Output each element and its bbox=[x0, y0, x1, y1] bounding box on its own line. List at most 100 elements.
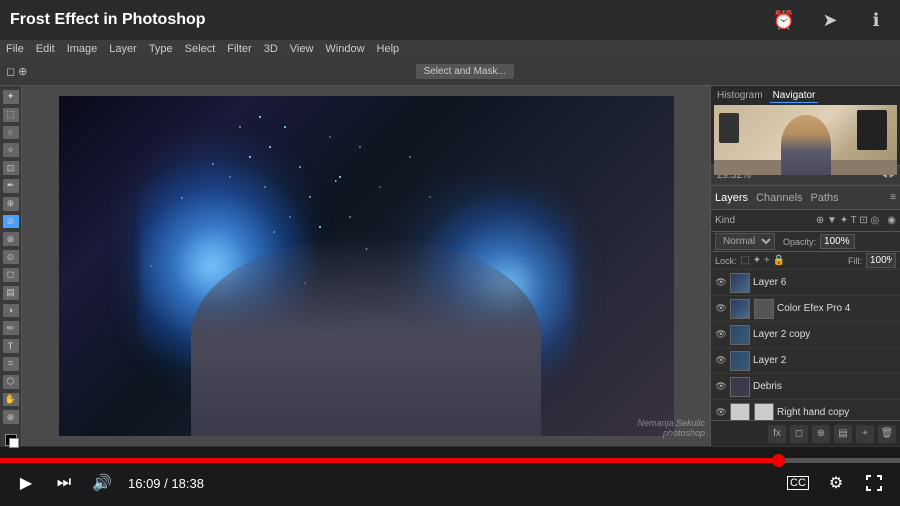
layer-thumb-layer2copy bbox=[730, 325, 750, 345]
tool-gradient[interactable]: ▤ bbox=[3, 286, 19, 300]
video-title: Frost Effect in Photoshop bbox=[10, 11, 770, 29]
layer-name-layer2: Layer 2 bbox=[753, 355, 896, 366]
tool-pen[interactable]: ✏ bbox=[3, 321, 19, 335]
tool-crop[interactable]: ⊡ bbox=[3, 161, 19, 175]
menu-bar: File Edit Image Layer Type Select Filter… bbox=[0, 40, 900, 58]
layer-vis-colorefex[interactable]: 👁 bbox=[715, 303, 727, 315]
layer-vis-layer6[interactable]: 👁 bbox=[715, 277, 727, 289]
tool-history[interactable]: ⊙ bbox=[3, 250, 19, 264]
video-controls: ▶ ⏭ 🔊 16:09 / 18:38 CC ⚙ bbox=[0, 446, 900, 506]
play-button[interactable]: ▶ bbox=[14, 471, 38, 495]
canvas-image bbox=[59, 96, 674, 436]
select-mask-button[interactable]: Select and Mask... bbox=[416, 64, 514, 79]
toolbar-center: Select and Mask... bbox=[35, 64, 894, 79]
settings-button[interactable]: ⚙ bbox=[824, 471, 848, 495]
menu-help[interactable]: Help bbox=[377, 43, 400, 55]
top-bar: Frost Effect in Photoshop ⏰ ➤ ℹ bbox=[0, 0, 900, 40]
canvas-area[interactable] bbox=[22, 86, 710, 446]
menu-layer[interactable]: Layer bbox=[109, 43, 137, 55]
tool-path[interactable]: ⌗ bbox=[3, 357, 19, 371]
fill-input[interactable] bbox=[866, 253, 896, 268]
layers-list: 👁 Layer 6 👁 Color Efex Pro 4 👁 Layer 2 c… bbox=[711, 270, 900, 420]
layer-row-righthandcopy[interactable]: 👁 Right hand copy bbox=[711, 400, 900, 420]
menu-select[interactable]: Select bbox=[185, 43, 216, 55]
layers-menu-icon[interactable]: ≡ bbox=[890, 192, 896, 203]
layers-tab-layers[interactable]: Layers bbox=[715, 192, 748, 204]
time-display: 16:09 / 18:38 bbox=[128, 476, 204, 491]
menu-window[interactable]: Window bbox=[325, 43, 364, 55]
person-silhouette bbox=[191, 236, 541, 436]
layers-group-button[interactable]: ▤ bbox=[834, 425, 852, 443]
fullscreen-button[interactable] bbox=[862, 471, 886, 495]
filter-icons: ⊕ ▼ ✦ T ⊡ ◎ bbox=[816, 215, 879, 226]
info-icon[interactable]: ℹ bbox=[862, 6, 890, 34]
layers-footer: fx ◻ ⊕ ▤ + 🗑 bbox=[711, 420, 900, 446]
layer-row-debris[interactable]: 👁 Debris bbox=[711, 374, 900, 400]
layer-vis-layer2copy[interactable]: 👁 bbox=[715, 329, 727, 341]
tool-magic[interactable]: ✧ bbox=[3, 143, 19, 157]
menu-edit[interactable]: Edit bbox=[36, 43, 55, 55]
tool-brush[interactable]: ⊘ bbox=[3, 215, 19, 229]
histogram-tabs: Histogram Navigator bbox=[714, 89, 897, 103]
tool-move[interactable]: ✦ bbox=[3, 90, 19, 104]
menu-image[interactable]: Image bbox=[67, 43, 98, 55]
histogram-tab[interactable]: Histogram bbox=[714, 89, 766, 103]
blend-mode-select[interactable]: Normal Multiply Screen bbox=[715, 233, 775, 250]
menu-3d[interactable]: 3D bbox=[264, 43, 278, 55]
tool-shape[interactable]: ⬡ bbox=[3, 375, 19, 389]
menu-filter[interactable]: Filter bbox=[227, 43, 251, 55]
opacity-input[interactable] bbox=[820, 234, 855, 249]
layer-mask-righthandcopy bbox=[754, 403, 774, 421]
menu-file[interactable]: File bbox=[6, 43, 24, 55]
tool-select[interactable]: ⬚ bbox=[3, 108, 19, 122]
layers-adjustment-button[interactable]: ⊕ bbox=[812, 425, 830, 443]
tool-zoom[interactable]: ⊕ bbox=[3, 410, 19, 424]
tool-eraser[interactable]: ◻ bbox=[3, 268, 19, 282]
layers-mask-button[interactable]: ◻ bbox=[790, 425, 808, 443]
tool-text[interactable]: T bbox=[3, 339, 19, 353]
tool-dodge[interactable]: ◑ bbox=[3, 304, 19, 318]
layer-row-layer6[interactable]: 👁 Layer 6 bbox=[711, 270, 900, 296]
lock-label: Lock: bbox=[715, 256, 737, 266]
right-panel: Histogram Navigator 29.52% ◂ ▸ Layers Ch… bbox=[710, 86, 900, 446]
layers-fx-button[interactable]: fx bbox=[768, 425, 786, 443]
volume-button[interactable]: 🔊 bbox=[90, 471, 114, 495]
captions-button[interactable]: CC bbox=[786, 471, 810, 495]
layers-tab-channels[interactable]: Channels bbox=[756, 192, 802, 204]
layer-thumb-debris bbox=[730, 377, 750, 397]
progress-filled bbox=[0, 458, 779, 463]
captions-label: CC bbox=[787, 476, 809, 490]
layer-vis-righthandcopy[interactable]: 👁 bbox=[715, 407, 727, 419]
tool-lasso[interactable]: ○ bbox=[3, 126, 19, 140]
layer-vis-debris[interactable]: 👁 bbox=[715, 381, 727, 393]
kind-label: Kind bbox=[715, 215, 735, 226]
tool-clone[interactable]: ⊛ bbox=[3, 232, 19, 246]
histogram-panel: Histogram Navigator bbox=[711, 86, 900, 166]
total-time: 18:38 bbox=[171, 476, 204, 491]
tool-eyedropper[interactable]: ✒ bbox=[3, 179, 19, 193]
layer-row-layer2copy[interactable]: 👁 Layer 2 copy bbox=[711, 322, 900, 348]
skip-button[interactable]: ⏭ bbox=[52, 471, 76, 495]
tool-hand[interactable]: ✋ bbox=[3, 393, 19, 407]
layer-row-layer2[interactable]: 👁 Layer 2 bbox=[711, 348, 900, 374]
layers-header: Layers Channels Paths ≡ bbox=[711, 186, 900, 210]
layers-delete-button[interactable]: 🗑 bbox=[878, 425, 896, 443]
menu-view[interactable]: View bbox=[290, 43, 314, 55]
tool-heal[interactable]: ⊕ bbox=[3, 197, 19, 211]
layer-row-colorefex[interactable]: 👁 Color Efex Pro 4 bbox=[711, 296, 900, 322]
toolbar-area: ◻ ⊕ Select and Mask... bbox=[0, 58, 900, 86]
menu-type[interactable]: Type bbox=[149, 43, 173, 55]
toolbar-left-item: ◻ ⊕ bbox=[6, 65, 27, 78]
layer-vis-layer2[interactable]: 👁 bbox=[715, 355, 727, 367]
layers-new-button[interactable]: + bbox=[856, 425, 874, 443]
share-icon[interactable]: ➤ bbox=[816, 6, 844, 34]
layers-tab-paths[interactable]: Paths bbox=[811, 192, 839, 204]
layer-thumb-righthandcopy bbox=[730, 403, 750, 421]
progress-bar[interactable] bbox=[0, 458, 900, 463]
layers-options: Kind ⊕ ▼ ✦ T ⊡ ◎ ◉ bbox=[711, 210, 900, 232]
canvas-content bbox=[59, 96, 674, 436]
layer-mask-colorefex bbox=[754, 299, 774, 319]
navigator-tab[interactable]: Navigator bbox=[770, 89, 819, 103]
filter-toggle[interactable]: ◉ bbox=[887, 215, 896, 226]
clock-icon[interactable]: ⏰ bbox=[770, 6, 798, 34]
